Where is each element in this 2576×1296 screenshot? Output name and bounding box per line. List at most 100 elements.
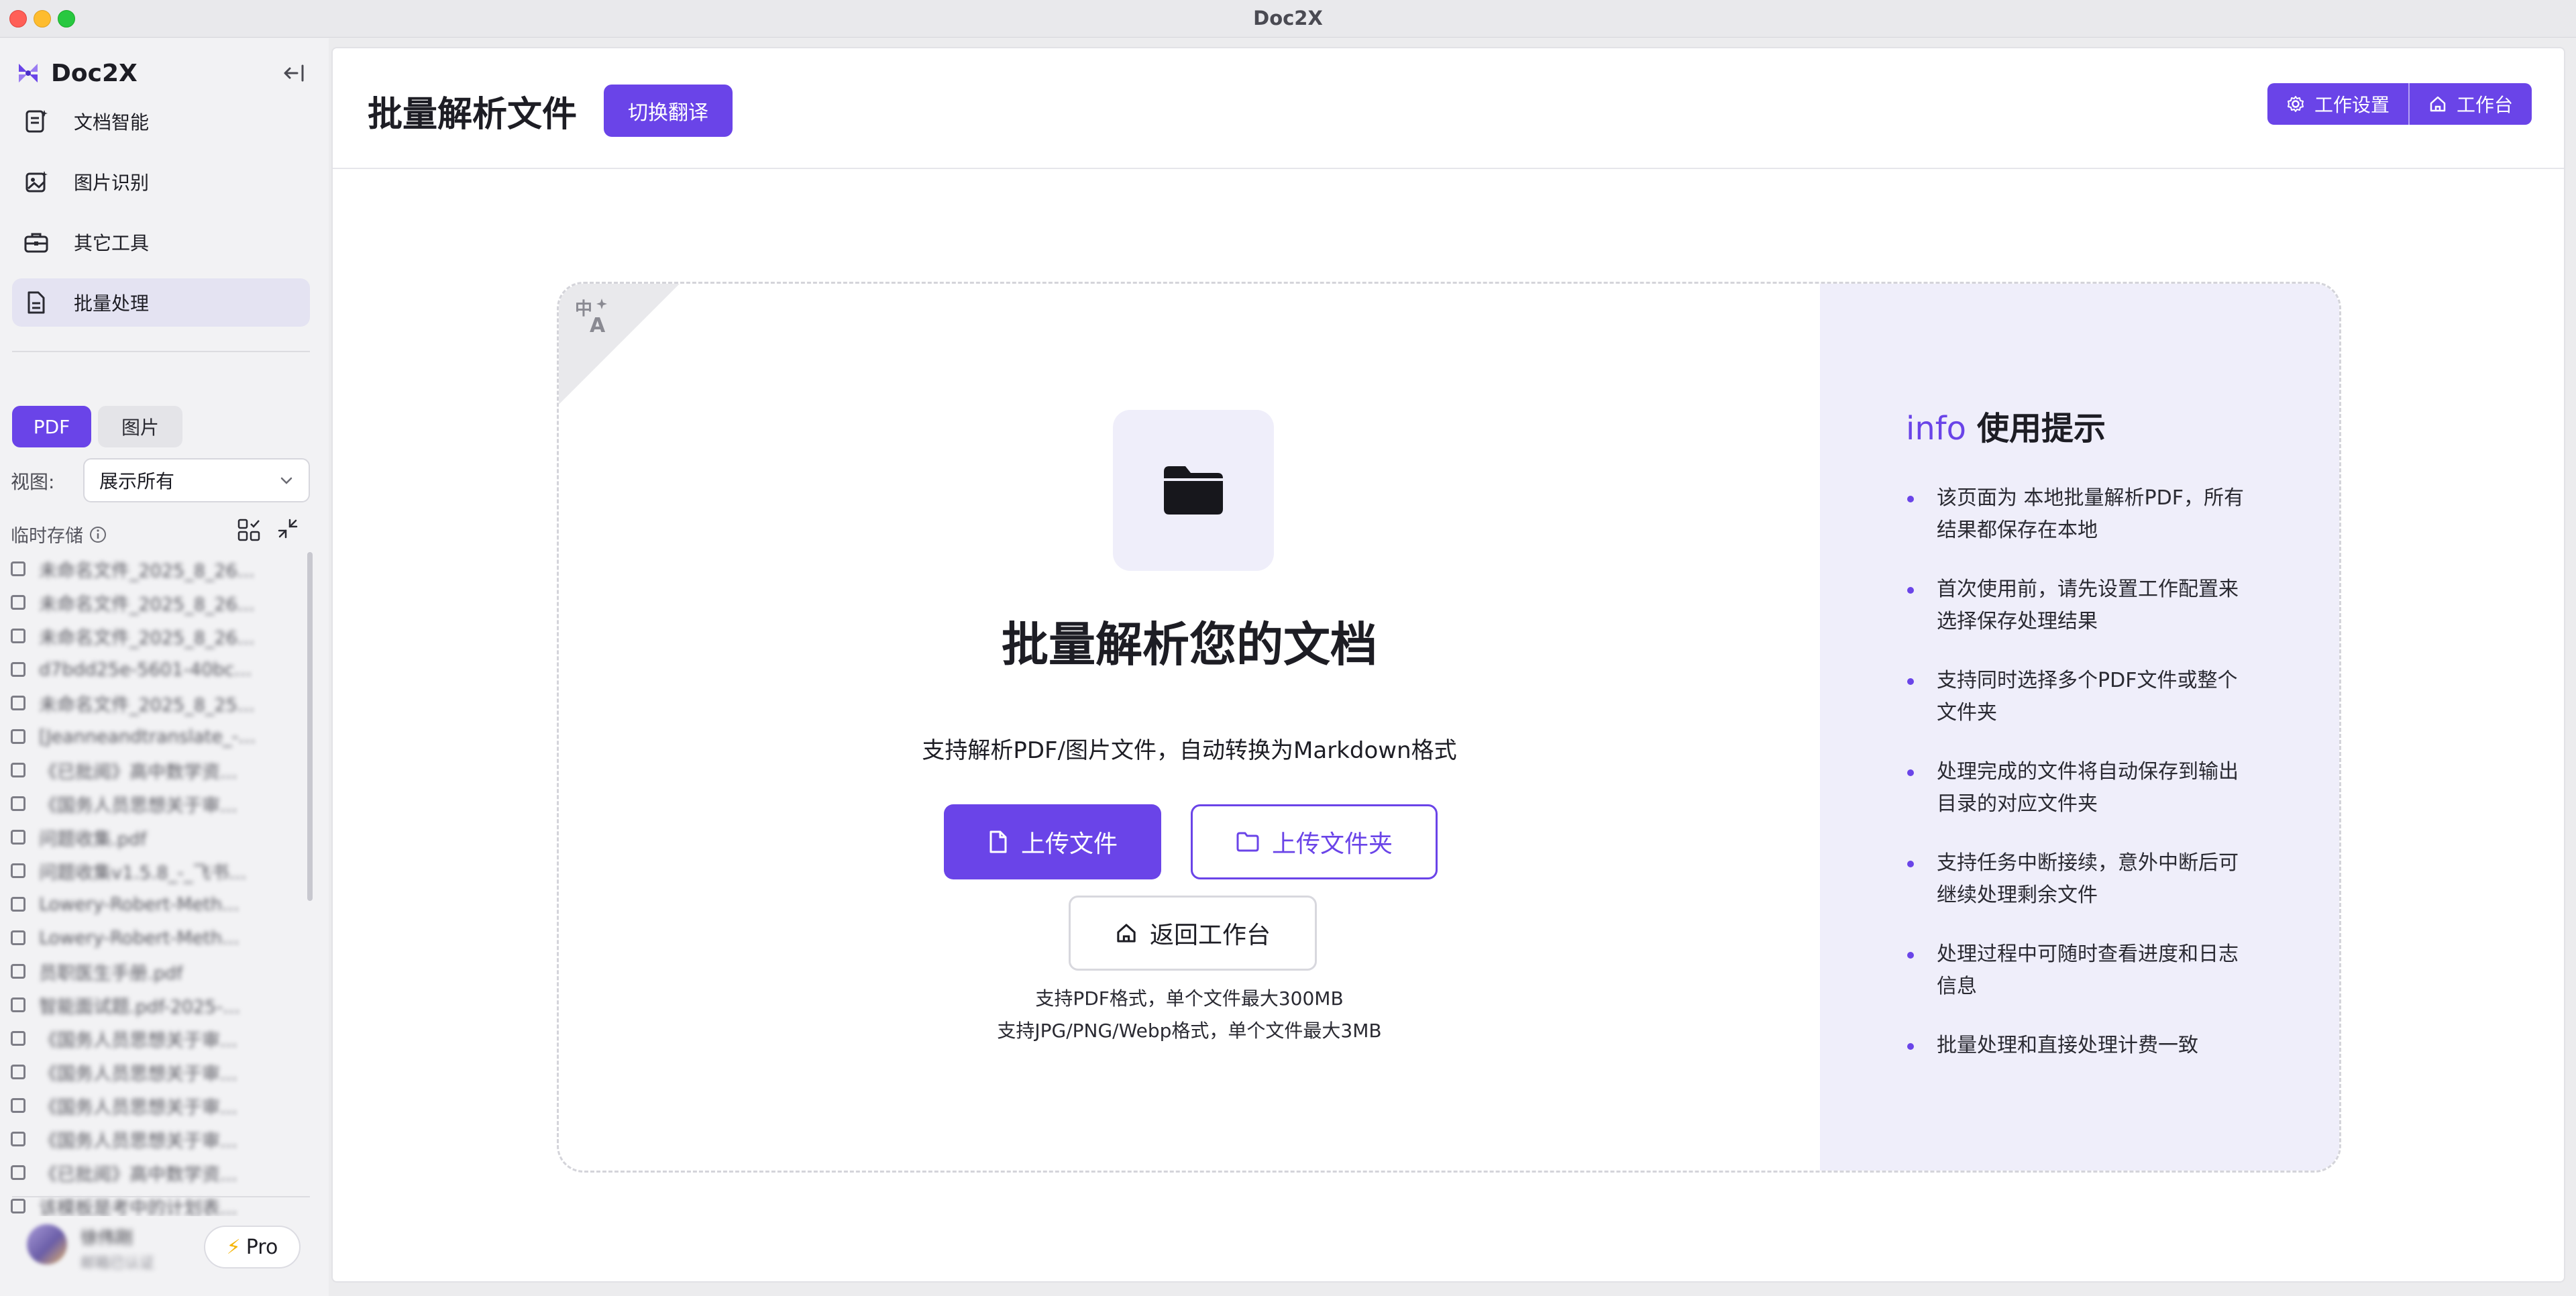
list-item[interactable]: 问题收集v1.5.8_-_飞书... [11, 854, 306, 887]
work-settings-button[interactable]: 工作设置 [2267, 83, 2408, 125]
collapse-left-icon [284, 64, 304, 82]
list-item[interactable]: 智能面试题.pdf-2025-... [11, 988, 306, 1022]
file-name: Lowery-Robert-Meth... [39, 927, 239, 949]
sidebar-item-label: 图片识别 [74, 172, 150, 194]
file-icon [11, 1098, 25, 1113]
file-name: d7bdd25e-5601-40bc... [39, 659, 252, 680]
view-select[interactable]: 展示所有 [83, 458, 310, 502]
sidebar-item-label: 文档智能 [74, 111, 150, 133]
list-item[interactable]: 《国务人员思想关于审... [11, 1122, 306, 1156]
upload-folder-button[interactable]: 上传文件夹 [1191, 804, 1438, 879]
brand-name: Doc2X [51, 59, 138, 87]
tips-list: 该页面为 本地批量解析PDF，所有结果都保存在本地 首次使用前，请先设置工作配置来… [1906, 482, 2255, 1089]
list-item[interactable]: Lowery-Robert-Meth... [11, 887, 306, 921]
view-label: 视图: [11, 471, 55, 493]
file-type-tabs: PDF 图片 [12, 406, 182, 447]
upload-folder-label: 上传文件夹 [1271, 830, 1393, 858]
window-titlebar: Doc2X [0, 0, 2576, 38]
toolbox-icon [23, 229, 50, 256]
file-name: 员职医生手册.pdf [39, 963, 183, 984]
list-item[interactable]: 《已批阅》高中数学资... [11, 753, 306, 787]
sidebar-item-batch[interactable]: 批量处理 [12, 278, 310, 327]
select-all-icon[interactable] [236, 517, 262, 543]
sidebar-item-image-recognition[interactable]: 图片识别 [12, 158, 310, 206]
sidebar-item-doc-ai[interactable]: 文档智能 [12, 97, 310, 146]
list-item[interactable]: Lowery-Robert-Meth... [11, 921, 306, 955]
list-item[interactable]: 《国务人员思想关于审... [11, 1089, 306, 1122]
list-item[interactable]: 《国务人员思想关于审... [11, 787, 306, 820]
temp-file-list: 未命名文件_2025_8_26... 未命名文件_2025_8_26... 未命名文… [11, 552, 306, 1216]
workbench-button[interactable]: 工作台 [2410, 83, 2532, 125]
list-item[interactable]: 问题收集.pdf [11, 820, 306, 854]
file-icon [11, 930, 25, 945]
tip-text: 处理过程中可随时查看进度和日志信息 [1937, 942, 2239, 998]
list-item[interactable]: d7bdd25e-5601-40bc... [11, 653, 306, 686]
file-icon [11, 897, 25, 912]
file-name: 《国务人员思想关于审... [39, 1130, 237, 1152]
batch-upload-card: 中 A 批量解析您的文档 支持解析PDF/图片文件，自动转换为Markdown格… [557, 282, 2341, 1173]
file-icon [11, 830, 25, 845]
avatar[interactable] [27, 1224, 67, 1264]
file-icon [11, 595, 25, 610]
list-item[interactable]: 未命名文件_2025_8_26... [11, 586, 306, 619]
main-panel: 批量解析文件 切换翻译 工作设置 工作台 中 A 批量解析您的文档 支持解析PD… [331, 47, 2565, 1283]
upload-file-label: 上传文件 [1020, 830, 1118, 858]
sidebar: Doc2X 文档智能 图片识别 其它工具 批量处理 PDF 图片 视图: 展示所… [0, 38, 329, 1296]
file-name: 未命名文件_2025_8_26... [39, 627, 255, 649]
folder-illustration [1113, 410, 1274, 571]
upload-file-button[interactable]: 上传文件 [944, 804, 1161, 879]
brand[interactable]: Doc2X [15, 56, 138, 91]
list-item[interactable]: 《国务人员思想关于审... [11, 1022, 306, 1055]
view-select-value: 展示所有 [99, 470, 175, 492]
file-name: 《国务人员思想关于审... [39, 1063, 237, 1085]
translate-icon[interactable]: 中 A [572, 296, 612, 336]
tip-text: 支持同时选择多个PDF文件或整个文件夹 [1937, 669, 2238, 724]
sidebar-item-other-tools[interactable]: 其它工具 [12, 218, 310, 266]
file-name: 未命名文件_2025_8_26... [39, 560, 255, 582]
file-icon [11, 662, 25, 677]
file-icon [989, 830, 1007, 853]
file-icon [11, 763, 25, 777]
list-item[interactable]: 《国务人员思想关于审... [11, 1055, 306, 1089]
info-accent: info [1906, 410, 1967, 447]
tab-pdf[interactable]: PDF [12, 406, 91, 447]
file-list-scrollbar[interactable] [307, 552, 313, 901]
pro-upgrade-button[interactable]: ⚡ Pro [204, 1226, 301, 1268]
svg-text:A: A [590, 314, 606, 336]
list-item[interactable]: [Jeanneandtranslate_-... [11, 720, 306, 753]
file-icon [11, 1031, 25, 1046]
list-item[interactable]: 该模板是考中的计划表... [11, 1189, 306, 1216]
file-icon [11, 1199, 25, 1213]
list-item[interactable]: 未命名文件_2025_8_26... [11, 552, 306, 586]
page-title: 批量解析文件 [368, 95, 578, 135]
file-name: 未命名文件_2025_8_25... [39, 694, 255, 716]
collapse-sidebar-button[interactable] [280, 56, 307, 91]
pdf-limit-note: 支持PDF格式，单个文件最大300MB [1035, 987, 1344, 1010]
folder-icon [1164, 466, 1223, 515]
back-to-workbench-button[interactable]: 返回工作台 [1069, 896, 1317, 971]
file-icon [11, 1132, 25, 1146]
file-name: 《已批阅》高中数学资... [39, 761, 237, 783]
file-name: Lowery-Robert-Meth... [39, 894, 239, 915]
file-name: [Jeanneandtranslate_-... [39, 726, 256, 747]
doc2x-logo-icon [19, 64, 38, 83]
image-recognition-icon [23, 168, 50, 195]
file-icon [11, 863, 25, 878]
tip-item: 支持同时选择多个PDF文件或整个文件夹 [1906, 665, 2255, 729]
list-item[interactable]: 未命名文件_2025_8_26... [11, 619, 306, 653]
home-icon [1117, 924, 1136, 942]
tips-title-text: 使用提示 [1977, 410, 2106, 447]
upload-subtitle: 支持解析PDF/图片文件，自动转换为Markdown格式 [922, 737, 1457, 764]
list-item[interactable]: 《已批阅》高中数学资... [11, 1156, 306, 1189]
list-item[interactable]: 未命名文件_2025_8_25... [11, 686, 306, 720]
switch-translate-button[interactable]: 切换翻译 [604, 85, 733, 137]
collapse-all-icon[interactable] [276, 517, 299, 540]
tab-image[interactable]: 图片 [98, 406, 182, 447]
list-item[interactable]: 员职医生手册.pdf [11, 955, 306, 988]
pro-label: Pro [246, 1235, 278, 1259]
sidebar-item-label: 其它工具 [74, 232, 150, 254]
sidebar-item-label: 批量处理 [74, 292, 150, 315]
user-subtitle: 邮箱已认证 [80, 1255, 155, 1272]
temp-storage-text: 临时存储 [11, 526, 83, 547]
info-icon[interactable] [89, 525, 107, 544]
